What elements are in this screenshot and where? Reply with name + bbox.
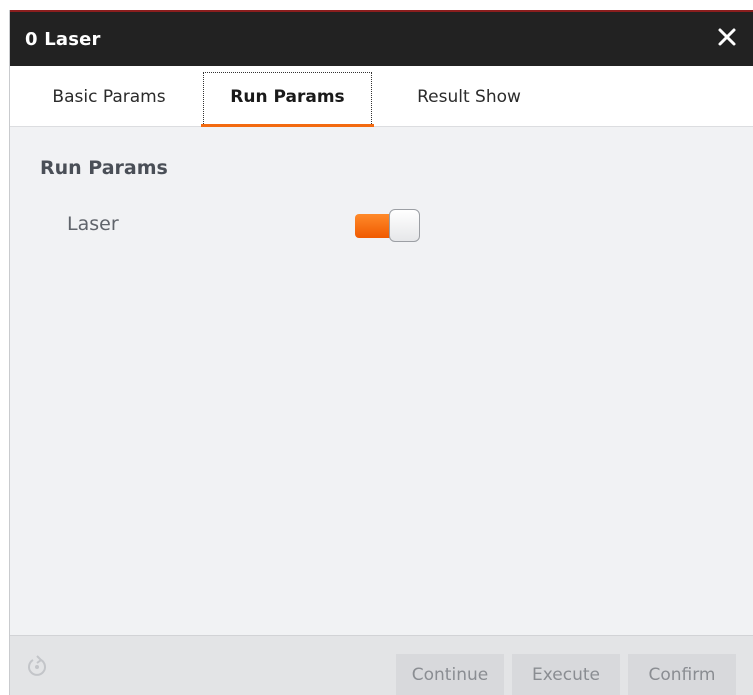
tab-label: Result Show xyxy=(417,87,521,107)
footer-bar: Continue Execute Confirm xyxy=(10,635,753,695)
close-icon xyxy=(718,28,736,46)
refresh-button[interactable] xyxy=(26,654,48,678)
toggle-knob xyxy=(389,209,420,242)
tab-focus-outline xyxy=(203,72,372,126)
section-title: Run Params xyxy=(40,157,168,179)
tab-bar: Basic Params Run Params Result Show xyxy=(10,66,753,127)
dialog-window: 0 Laser Basic Params Run Params Result S… xyxy=(9,10,753,695)
tab-result-show[interactable]: Result Show xyxy=(394,66,544,126)
confirm-button[interactable]: Confirm xyxy=(628,654,736,695)
active-tab-indicator xyxy=(201,124,374,127)
tab-basic-params[interactable]: Basic Params xyxy=(30,66,188,126)
refresh-icon xyxy=(28,655,46,676)
title-bar: 0 Laser xyxy=(10,10,753,66)
execute-button[interactable]: Execute xyxy=(512,654,620,695)
window-title: 0 Laser xyxy=(25,29,101,50)
laser-toggle[interactable] xyxy=(355,209,421,243)
tab-run-params[interactable]: Run Params xyxy=(201,66,374,127)
continue-button[interactable]: Continue xyxy=(396,654,504,695)
close-button[interactable] xyxy=(714,24,740,50)
laser-label: Laser xyxy=(67,213,119,235)
tab-label: Basic Params xyxy=(52,87,166,107)
